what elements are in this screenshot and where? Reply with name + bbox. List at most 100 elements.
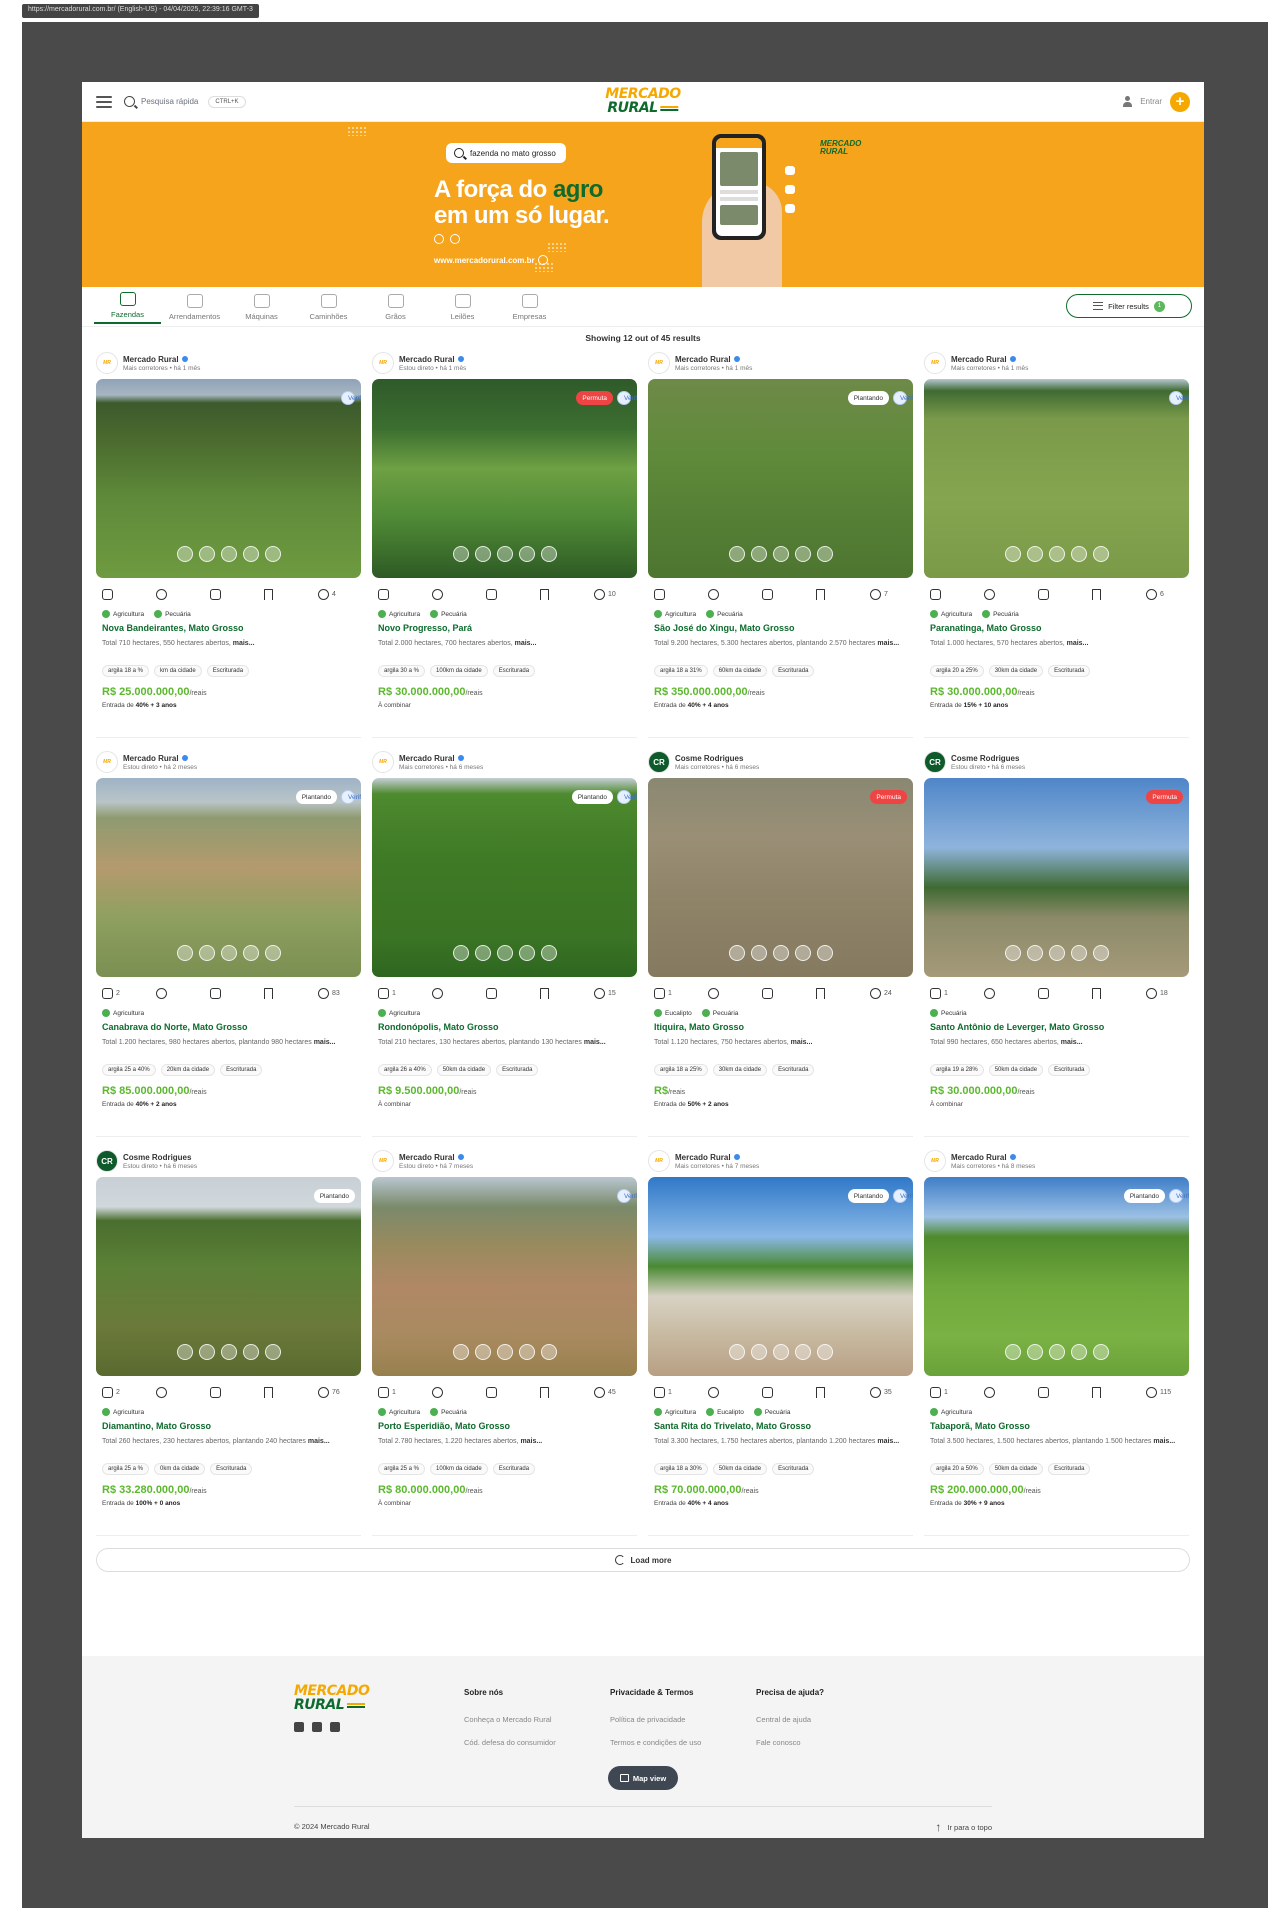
photo-thumb[interactable]	[772, 546, 789, 562]
share-button[interactable]	[210, 1386, 224, 1398]
comment-button[interactable]	[984, 987, 998, 999]
tab-leiles[interactable]: Leilões	[429, 294, 496, 324]
youtube-icon[interactable]	[330, 1722, 340, 1732]
photo-thumb[interactable]	[452, 1344, 469, 1360]
listing-photo[interactable]: Plantando Verificada	[96, 778, 361, 977]
listing-card[interactable]: MR Mercado Rural Estou direto • há 2 meses…	[96, 750, 361, 1137]
save-button[interactable]	[816, 588, 830, 600]
footer-logo[interactable]: MERCADO RURAL	[294, 1684, 370, 1712]
more-link[interactable]: mais...	[520, 1438, 542, 1445]
more-link[interactable]: mais...	[308, 1438, 330, 1445]
photo-thumb[interactable]	[176, 1344, 193, 1360]
instagram-icon[interactable]	[294, 1722, 304, 1732]
listing-card[interactable]: CR Cosme Rodrigues Estou direto • há 6 mes…	[96, 1149, 361, 1536]
photo-thumb[interactable]	[1004, 945, 1021, 961]
photo-thumb[interactable]	[728, 945, 745, 961]
like-button[interactable]	[930, 588, 944, 600]
photo-thumb[interactable]	[816, 1344, 833, 1360]
photo-thumb[interactable]	[1026, 1344, 1043, 1360]
like-button[interactable]: 1	[378, 1386, 396, 1398]
listing-card[interactable]: CR Cosme Rodrigues Mais corretores • há 6 …	[648, 750, 913, 1137]
like-button[interactable]: 1	[654, 987, 672, 999]
share-button[interactable]	[1038, 1386, 1052, 1398]
more-link[interactable]: mais...	[314, 1039, 336, 1046]
photo-thumb[interactable]	[198, 945, 215, 961]
photo-thumb[interactable]	[1092, 546, 1109, 562]
listing-photo[interactable]: Verificada	[924, 379, 1189, 578]
photo-thumb[interactable]	[1070, 1344, 1087, 1360]
listing-title[interactable]: Paranatinga, Mato Grosso	[924, 623, 1189, 633]
listing-title[interactable]: Rondonópolis, Mato Grosso	[372, 1022, 637, 1032]
comment-button[interactable]	[708, 987, 722, 999]
seller-name[interactable]: Mercado Rural	[675, 1153, 731, 1162]
seller-avatar[interactable]: MR	[96, 751, 118, 773]
photo-thumb[interactable]	[750, 1344, 767, 1360]
quick-search[interactable]: Pesquisa rápida CTRL+K	[124, 95, 246, 108]
photo-thumb[interactable]	[750, 945, 767, 961]
share-button[interactable]	[762, 1386, 776, 1398]
share-button[interactable]	[210, 987, 224, 999]
listing-photo[interactable]: Plantando	[96, 1177, 361, 1376]
photo-thumb[interactable]	[1070, 945, 1087, 961]
more-link[interactable]: mais...	[584, 1039, 606, 1046]
listing-card[interactable]: CR Cosme Rodrigues Estou direto • há 6 mes…	[924, 750, 1189, 1137]
listing-title[interactable]: Diamantino, Mato Grosso	[96, 1421, 361, 1431]
photo-thumb[interactable]	[496, 1344, 513, 1360]
facebook-icon[interactable]	[312, 1722, 322, 1732]
seller-name[interactable]: Mercado Rural	[399, 754, 455, 763]
more-link[interactable]: mais...	[1061, 1039, 1083, 1046]
filter-results-button[interactable]: Filter results 1	[1066, 294, 1192, 318]
listing-title[interactable]: Canabrava do Norte, Mato Grosso	[96, 1022, 361, 1032]
share-button[interactable]	[1038, 588, 1052, 600]
listing-title[interactable]: Porto Esperidião, Mato Grosso	[372, 1421, 637, 1431]
listing-card[interactable]: MR Mercado Rural Estou direto • há 7 meses…	[372, 1149, 637, 1536]
seller-avatar[interactable]: MR	[96, 352, 118, 374]
listing-card[interactable]: MR Mercado Rural Mais corretores • há 1 mê…	[96, 351, 361, 738]
more-link[interactable]: mais...	[877, 1438, 899, 1445]
photo-thumb[interactable]	[772, 945, 789, 961]
photo-thumb[interactable]	[264, 1344, 281, 1360]
photo-thumb[interactable]	[540, 546, 557, 562]
seller-avatar[interactable]: CR	[648, 751, 670, 773]
save-button[interactable]	[1092, 588, 1106, 600]
seller-avatar[interactable]: MR	[372, 352, 394, 374]
photo-thumb[interactable]	[452, 945, 469, 961]
save-button[interactable]	[1092, 1386, 1106, 1398]
photo-thumb[interactable]	[1048, 945, 1065, 961]
seller-avatar[interactable]: MR	[648, 1150, 670, 1172]
more-link[interactable]: mais...	[515, 640, 537, 647]
like-button[interactable]: 1	[930, 1386, 948, 1398]
seller-avatar[interactable]: MR	[372, 1150, 394, 1172]
photo-thumb[interactable]	[1048, 546, 1065, 562]
seller-name[interactable]: Mercado Rural	[399, 355, 455, 364]
seller-name[interactable]: Mercado Rural	[951, 355, 1007, 364]
comment-button[interactable]	[432, 1386, 446, 1398]
photo-thumb[interactable]	[198, 546, 215, 562]
listing-photo[interactable]: Permuta	[648, 778, 913, 977]
comment-button[interactable]	[984, 588, 998, 600]
photo-thumb[interactable]	[220, 945, 237, 961]
save-button[interactable]	[540, 1386, 554, 1398]
like-button[interactable]	[378, 588, 392, 600]
share-button[interactable]	[486, 588, 500, 600]
tab-gros[interactable]: Grãos	[362, 294, 429, 324]
save-button[interactable]	[1092, 987, 1106, 999]
comment-button[interactable]	[432, 588, 446, 600]
listing-photo[interactable]: Verificada	[372, 1177, 637, 1376]
photo-thumb[interactable]	[496, 546, 513, 562]
seller-name[interactable]: Mercado Rural	[399, 1153, 455, 1162]
tab-fazendas[interactable]: Fazendas	[94, 292, 161, 324]
listing-card[interactable]: MR Mercado Rural Mais corretores • há 1 mê…	[924, 351, 1189, 738]
seller-avatar[interactable]: CR	[96, 1150, 118, 1172]
photo-thumb[interactable]	[518, 945, 535, 961]
listing-title[interactable]: Santa Rita do Trivelato, Mato Grosso	[648, 1421, 913, 1431]
seller-name[interactable]: Mercado Rural	[123, 355, 179, 364]
seller-name[interactable]: Cosme Rodrigues	[951, 754, 1019, 763]
tab-mquinas[interactable]: Máquinas	[228, 294, 295, 324]
hero-banner[interactable]: fazenda no mato grosso A força do agro em…	[82, 122, 1204, 287]
footer-link[interactable]: Conheça o Mercado Rural	[464, 1715, 556, 1724]
save-button[interactable]	[540, 987, 554, 999]
photo-thumb[interactable]	[474, 945, 491, 961]
photo-thumb[interactable]	[176, 546, 193, 562]
share-button[interactable]	[762, 987, 776, 999]
